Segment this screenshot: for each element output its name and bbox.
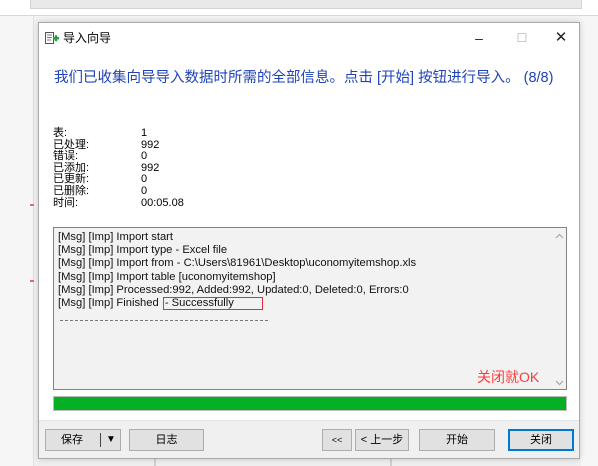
summary-value: 0 [141,184,148,197]
chevron-down-icon[interactable] [555,378,564,387]
background-toolbar [0,0,598,16]
save-button[interactable]: 保存 ▼ [45,429,121,451]
progress-bar [53,396,567,411]
progress-fill [54,397,566,410]
summary-row: 表: 1 [53,127,253,140]
log-line: [Msg] [Imp] Processed:992, Added:992, Up… [58,283,409,296]
title-bar[interactable]: 导入向导 – ☐ ✕ [39,23,579,53]
import-wizard-icon [45,32,59,45]
import-wizard-dialog: 导入向导 – ☐ ✕ 我们已收集向导导入数据时所需的全部信息。点击 [开始] 按… [38,22,580,459]
previous-button[interactable]: < 上一步 [355,429,409,451]
window-title: 导入向导 [63,31,112,45]
summary-label: 已删除: [53,184,90,197]
background-strip [30,0,582,9]
save-split-divider [100,433,101,447]
log-line: [Msg] [Imp] Import start [58,231,174,243]
log-line: [Msg] [Imp] Import from - C:\Users\81961… [58,257,417,270]
minimize-button[interactable]: – [461,23,497,53]
log-scrollbar[interactable] [552,228,566,389]
background-right-panel [581,16,598,466]
summary-row: 时间: 00:05.08 [53,196,253,210]
summary-row: 已处理: 992 [53,139,253,152]
summary-label: 表: [53,127,68,139]
save-button-label: 保存 [61,434,83,446]
summary-value: 00:05.08 [141,196,184,209]
save-dropdown-icon[interactable]: ▼ [104,430,118,450]
log-finished-prefix: [Msg] [Imp] Finished [58,296,162,309]
import-summary: 表: 1 已处理: 992 错误: 0 已添加: 992 已更新: 0 已删除:… [53,127,253,210]
log-separator [60,320,268,321]
background-left-panel [0,16,34,466]
background-tick [154,458,156,466]
background-bottom [34,458,581,466]
annotation-close-ok: 关闭就OK [477,369,540,385]
start-button[interactable]: 开始 [419,429,495,451]
background-marker [30,280,34,282]
first-page-button[interactable]: << [322,429,352,451]
summary-value: 1 [141,127,148,139]
log-lines: [Msg] [Imp] Import start [Msg] [Imp] Imp… [58,231,552,311]
button-bar: 保存 ▼ 日志 << < 上一步 开始 关闭 [39,420,579,458]
log-line: [Msg] [Imp] Import type - Excel file [58,244,228,257]
log-line-finished: [Msg] [Imp] Finished - Successfully [58,296,552,311]
summary-row: 已删除: 0 [53,184,253,198]
maximize-button[interactable]: ☐ [504,23,540,53]
close-window-button[interactable]: ✕ [543,23,579,53]
close-button[interactable]: 关闭 [508,429,574,451]
success-highlight: - Successfully [162,296,263,311]
summary-label: 时间: [53,196,79,209]
log-button[interactable]: 日志 [129,429,204,451]
log-line: [Msg] [Imp] Import table [uconomyitemsho… [58,270,276,283]
background-marker [30,204,34,206]
wizard-headline: 我们已收集向导导入数据时所需的全部信息。点击 [开始] 按钮进行导入。 (8/8… [54,70,554,86]
import-log[interactable]: [Msg] [Imp] Import start [Msg] [Imp] Imp… [53,227,567,390]
background-tick [390,458,392,466]
chevron-up-icon[interactable] [555,232,564,241]
